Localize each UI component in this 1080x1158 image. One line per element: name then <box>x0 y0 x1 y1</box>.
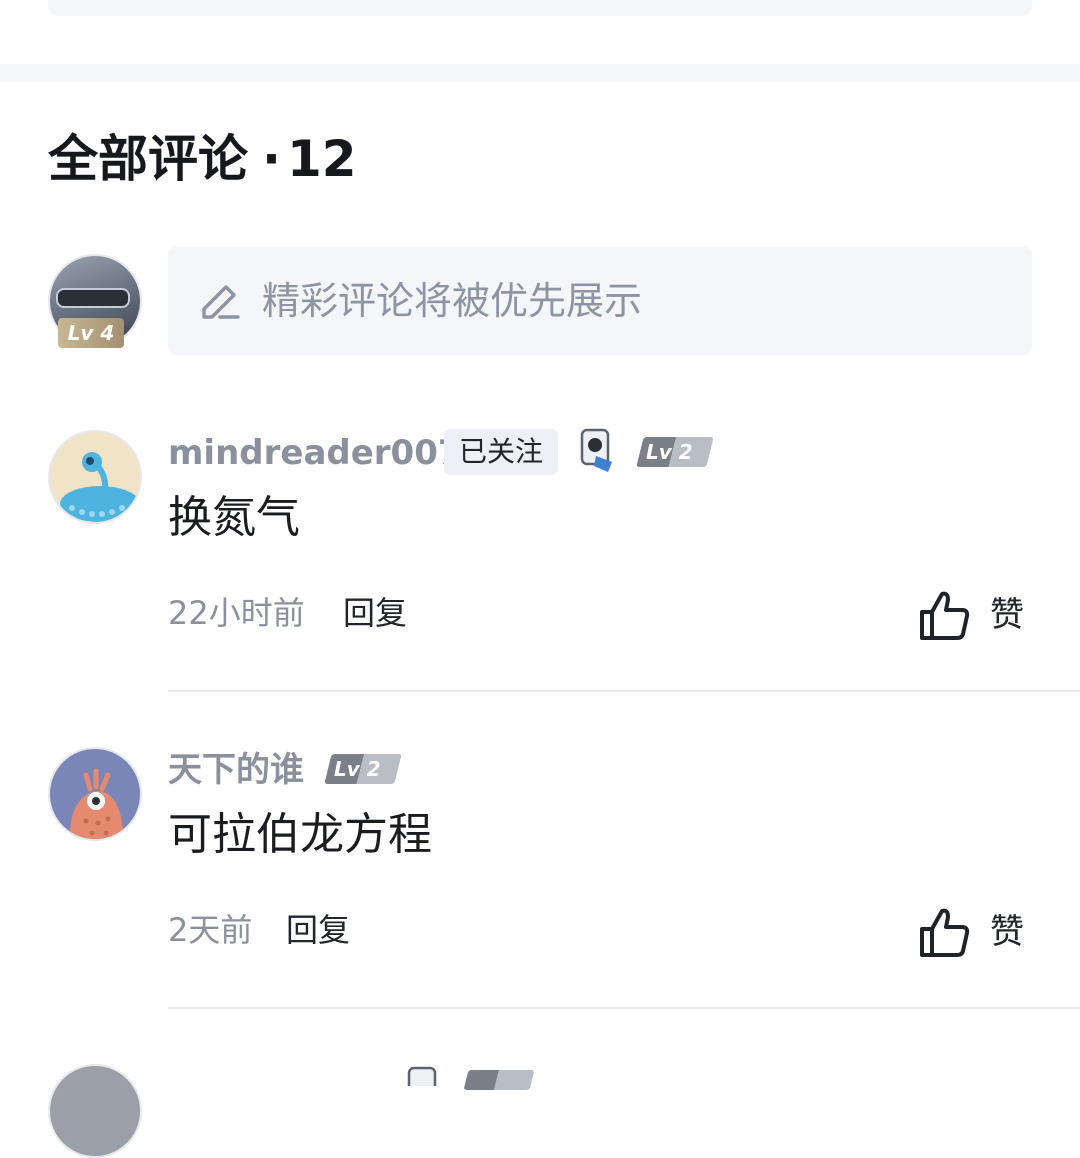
comment-avatar[interactable] <box>48 1064 142 1158</box>
comment-avatar[interactable] <box>48 430 142 524</box>
ufo-avatar-icon <box>60 452 140 522</box>
comments-header: 全部评论 · 12 <box>48 124 357 194</box>
comment-input-placeholder: 精彩评论将被优先展示 <box>262 279 643 323</box>
current-user-level-badge: Lv 4 <box>58 318 124 348</box>
like-label[interactable]: 赞 <box>990 593 1024 637</box>
thumbs-up-icon[interactable] <box>918 588 972 642</box>
user-level-badge: Lv 2 <box>636 437 714 467</box>
comment-username[interactable]: mindreader007 <box>168 428 462 478</box>
section-divider <box>0 64 1080 82</box>
user-level-badge <box>463 1070 535 1090</box>
comment-divider <box>168 690 1080 692</box>
medal-icon <box>580 428 612 472</box>
comment-input[interactable]: 精彩评论将被优先展示 <box>168 247 1032 355</box>
title-separator: · <box>262 130 281 188</box>
comment-text: 可拉伯龙方程 <box>168 809 432 860</box>
reply-button[interactable]: 回复 <box>286 908 350 952</box>
comment-username[interactable]: 天下的谁 <box>168 745 304 795</box>
medal-icon <box>407 1066 437 1086</box>
comment-text: 换氮气 <box>168 492 300 543</box>
comment-divider <box>168 1007 1080 1009</box>
comment-avatar[interactable] <box>48 747 142 841</box>
comment-time: 22小时前 <box>168 594 305 632</box>
creature-avatar-icon <box>69 768 124 839</box>
reply-button[interactable]: 回复 <box>343 591 407 635</box>
previous-card <box>48 0 1032 16</box>
following-badge[interactable]: 已关注 <box>444 429 558 475</box>
pencil-icon <box>202 285 240 319</box>
thumbs-up-icon[interactable] <box>918 905 972 959</box>
comments-count: 12 <box>287 130 357 188</box>
user-level-badge: Lv 2 <box>324 754 402 784</box>
like-label[interactable]: 赞 <box>990 910 1024 954</box>
comments-title: 全部评论 <box>48 130 248 188</box>
comment-time: 2天前 <box>168 911 253 949</box>
